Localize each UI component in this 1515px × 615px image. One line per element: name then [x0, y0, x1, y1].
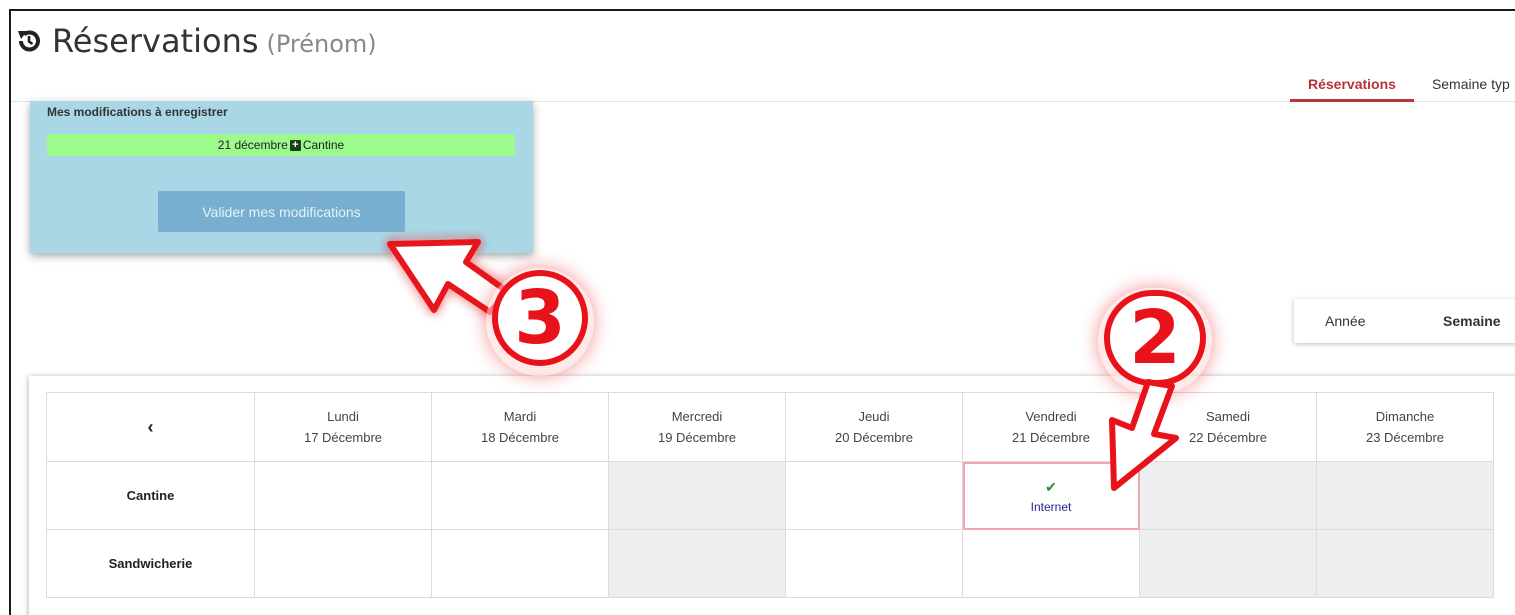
pending-changes-title: Mes modifications à enregistrer — [47, 105, 228, 119]
booking-source-label: Internet — [1030, 499, 1072, 514]
screen-edge — [0, 0, 9, 615]
annotation-arrow-2 — [1109, 379, 1179, 491]
service-row-sandwicherie: Sandwicherie — [46, 529, 1494, 598]
prev-week-cell: ‹ — [46, 392, 255, 462]
service-row-cantine: Cantine ✔ Internet — [46, 461, 1494, 530]
view-year-option[interactable]: Année — [1325, 313, 1365, 329]
page-title-text: Réservations — [52, 22, 259, 60]
day-name: Mercredi — [671, 409, 723, 424]
week-calendar: ‹ Lundi 17 Décembre Mardi 18 Décembre Merc… — [29, 376, 1515, 615]
booking-cell[interactable] — [431, 529, 609, 598]
row-label-sandwicherie: Sandwicherie — [46, 529, 255, 598]
calendar-header-row: ‹ Lundi 17 Décembre Mardi 18 Décembre Merc… — [46, 392, 1494, 462]
booking-cell[interactable] — [962, 529, 1140, 598]
booking-cell-disabled — [608, 529, 786, 598]
booking-cell[interactable] — [431, 461, 609, 530]
page-title: Réservations (Prénom) — [16, 22, 377, 60]
booking-cell[interactable] — [785, 529, 963, 598]
day-header-monday: Lundi 17 Décembre — [254, 392, 432, 462]
booking-cell[interactable] — [254, 529, 432, 598]
day-date: 19 Décembre — [657, 430, 737, 445]
booking-cell-disabled — [1316, 529, 1494, 598]
day-name: Dimanche — [1375, 409, 1435, 424]
day-header-thursday: Jeudi 20 Décembre — [785, 392, 963, 462]
booking-cell-disabled — [1316, 461, 1494, 530]
day-name: Samedi — [1205, 409, 1251, 424]
day-date: 22 Décembre — [1188, 430, 1268, 445]
plus-icon: + — [289, 139, 301, 151]
day-header-sunday: Dimanche 23 Décembre — [1316, 392, 1494, 462]
booking-cell[interactable] — [254, 461, 432, 530]
view-switch: Année Semaine — [1294, 299, 1515, 343]
day-date: 20 Décembre — [834, 430, 914, 445]
day-name: Jeudi — [858, 409, 890, 424]
tab-semaine-type[interactable]: Semaine typ — [1414, 74, 1515, 102]
day-name: Lundi — [327, 409, 359, 424]
booking-cell-disabled — [1139, 529, 1317, 598]
day-name: Vendredi — [1025, 409, 1077, 424]
view-week-option[interactable]: Semaine — [1443, 313, 1501, 329]
reservation-grid: ‹ Lundi 17 Décembre Mardi 18 Décembre Merc… — [46, 392, 1494, 598]
day-date: 21 Décembre — [1011, 430, 1091, 445]
pending-change-item: 21 décembre + Cantine — [47, 134, 515, 156]
pending-item-service: Cantine — [302, 138, 345, 152]
booking-cell[interactable] — [785, 461, 963, 530]
annotation-step-3: 3 — [514, 275, 566, 361]
day-date: 17 Décembre — [303, 430, 383, 445]
day-name: Mardi — [503, 409, 537, 424]
row-label-cantine: Cantine — [46, 461, 255, 530]
day-date: 23 Décembre — [1365, 430, 1445, 445]
tab-reservations[interactable]: Réservations — [1290, 74, 1414, 102]
history-icon — [16, 24, 42, 52]
chevron-left-icon[interactable]: ‹ — [148, 417, 154, 437]
tab-bar: Réservations Semaine typ — [1290, 74, 1515, 102]
page-subtitle: (Prénom) — [266, 30, 377, 58]
booking-cell-disabled — [608, 461, 786, 530]
annotation-step-2: 2 — [1129, 295, 1181, 381]
pending-item-date: 21 décembre — [217, 138, 288, 152]
day-header-wednesday: Mercredi 19 Décembre — [608, 392, 786, 462]
day-date: 18 Décembre — [480, 430, 560, 445]
annotation-badge-3: 3 — [492, 270, 588, 366]
validate-changes-button[interactable]: Valider mes modifications — [158, 191, 405, 232]
day-header-tuesday: Mardi 18 Décembre — [431, 392, 609, 462]
